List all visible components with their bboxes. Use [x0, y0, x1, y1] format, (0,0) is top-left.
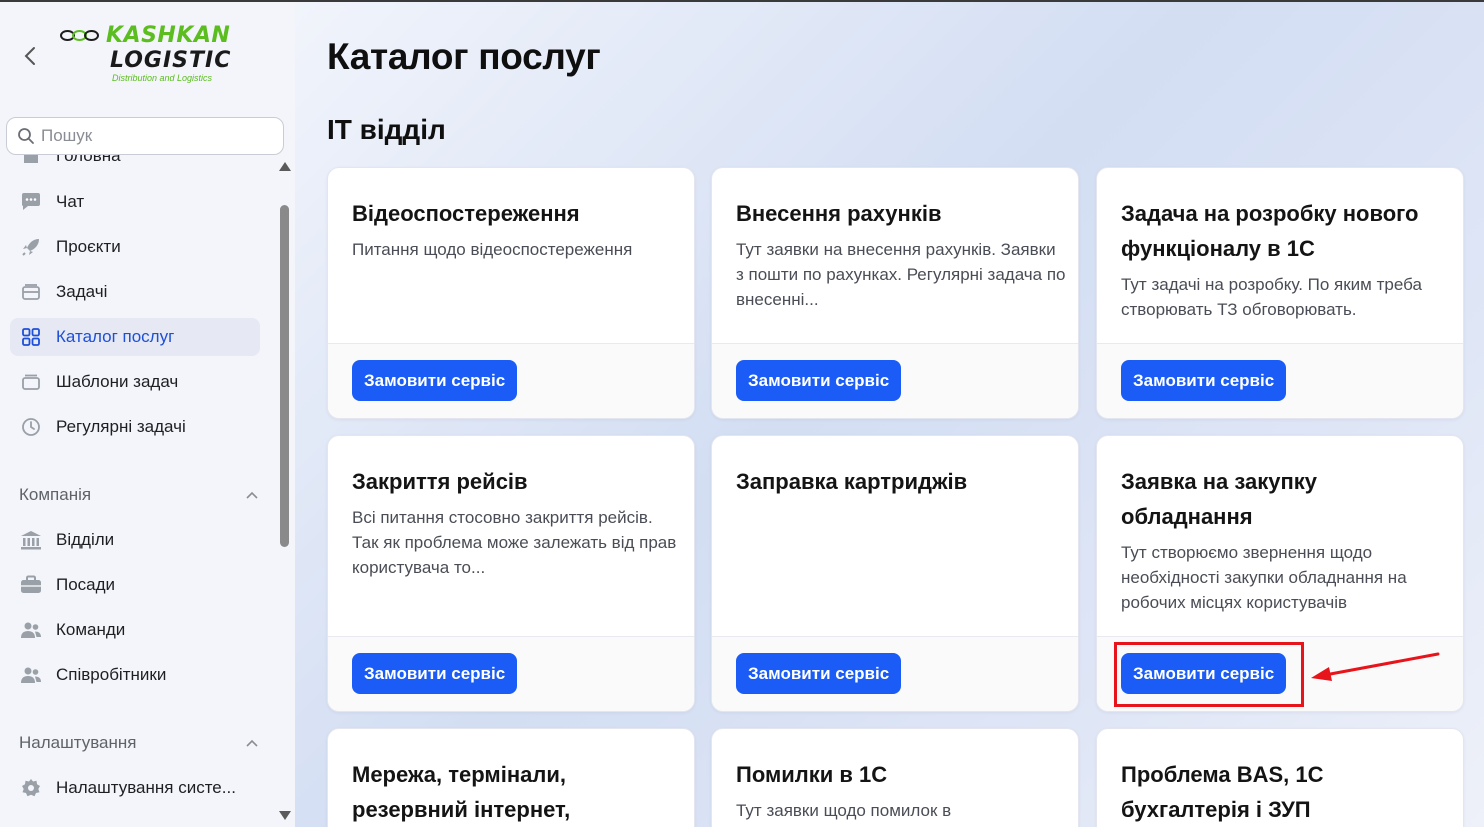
scroll-up-arrow-icon[interactable]	[279, 162, 291, 171]
sidebar-item-label: Команди	[56, 620, 126, 639]
scroll-down-arrow-icon[interactable]	[279, 811, 291, 820]
main-content: Каталог послуг IT відділ Відеоспостереже…	[295, 2, 1484, 827]
team-icon	[20, 619, 42, 641]
card-description: Тут створюємо звернення щодо необхідност…	[1121, 543, 1407, 612]
sidebar-item-label: Проєкти	[56, 237, 121, 256]
sidebar-item-recurring-tasks[interactable]: Регулярні задачі	[10, 408, 260, 446]
sidebar-item-service-catalog[interactable]: Каталог послуг	[10, 318, 260, 356]
section-title: IT відділ	[327, 114, 446, 145]
search-input[interactable]	[41, 126, 271, 146]
service-card-invoice-entry: Внесення рахунків Тут заявки на внесення…	[711, 167, 1079, 419]
sidebar-item-system-settings[interactable]: Налаштування систе...	[10, 769, 260, 807]
clock-icon	[20, 416, 42, 438]
sidebar-item-label: Посади	[56, 575, 116, 594]
rocket-icon	[20, 236, 42, 258]
order-service-button[interactable]: Замовити сервіс	[736, 653, 902, 694]
card-footer: Замовити сервіс	[328, 343, 694, 418]
sidebar-item-label: Співробітники	[56, 665, 167, 684]
chat-icon	[20, 191, 42, 213]
sidebar-scrollbar[interactable]	[277, 157, 291, 822]
sidebar-section-company[interactable]: Компанія	[19, 483, 259, 507]
grid-icon	[20, 326, 42, 348]
sidebar-item-task-templates[interactable]: Шаблони задач	[10, 363, 260, 401]
chevron-up-icon	[246, 491, 258, 499]
card-title: Відеоспостереження	[352, 201, 580, 226]
sidebar-section-settings[interactable]: Налаштування	[19, 731, 259, 755]
tasks-icon	[20, 281, 42, 303]
card-title: Задача на розробку нового функціоналу в …	[1121, 201, 1419, 261]
card-footer: Замовити сервіс	[328, 636, 694, 711]
logo-brand-top: KASHKAN	[106, 22, 231, 48]
sidebar-item-teams[interactable]: Команди	[10, 611, 260, 649]
card-title: Внесення рахунків	[736, 201, 942, 226]
order-service-button[interactable]: Замовити сервіс	[1121, 360, 1287, 401]
logo-tagline: Distribution and Logistics	[112, 73, 213, 83]
sidebar-item-label: Відділи	[56, 530, 115, 549]
card-footer: Замовити сервіс	[1097, 343, 1463, 418]
highlight-annotation-box	[1114, 642, 1304, 707]
logo-brand-bottom: LOGISTIC	[110, 48, 232, 73]
company-logo: KASHKAN LOGISTIC Distribution and Logist…	[60, 20, 240, 86]
logo-rings-icon	[60, 29, 99, 41]
card-footer: Замовити сервіс	[712, 343, 1078, 418]
sidebar-item-label: Шаблони задач	[56, 372, 179, 391]
sidebar-item-label: Каталог послуг	[56, 327, 175, 346]
briefcase-icon	[20, 574, 42, 596]
sidebar-item-label: Регулярні задачі	[56, 417, 186, 436]
scrollbar-thumb[interactable]	[280, 205, 289, 547]
bank-icon	[20, 529, 42, 551]
service-card-trip-closing: Закриття рейсів Всі питання стосовно зак…	[327, 435, 695, 712]
sidebar-item-projects[interactable]: Проєкти	[10, 228, 260, 266]
card-description: Питання щодо відеоспостереження	[352, 240, 633, 259]
sidebar-item-label: Налаштування систе...	[56, 778, 236, 797]
template-icon	[20, 371, 42, 393]
card-title: Мережа, термінали, резервний інтернет,	[352, 762, 571, 822]
card-title: Заявка на закупку обладнання	[1121, 469, 1318, 529]
service-card-video-surveillance: Відеоспостереження Питання щодо відеоспо…	[327, 167, 695, 419]
card-description: Тут задачі на розробку. По яким треба ст…	[1121, 275, 1422, 319]
card-title: Проблема BAS, 1С бухгалтерія і ЗУП	[1121, 762, 1324, 822]
sidebar-item-departments[interactable]: Відділи	[10, 521, 260, 559]
card-description: Тут заявки на внесення рахунків. Заявки …	[736, 240, 1066, 309]
sidebar-section-label: Налаштування	[19, 733, 137, 752]
employees-icon	[20, 664, 42, 686]
order-service-button[interactable]: Замовити сервіс	[352, 653, 518, 694]
card-description: Всі питання стосовно закриття рейсів. Та…	[352, 508, 677, 577]
card-title: Помилки в 1С	[736, 762, 888, 787]
service-card-bas-problem: Проблема BAS, 1С бухгалтерія і ЗУП	[1096, 728, 1464, 827]
sidebar-item-positions[interactable]: Посади	[10, 566, 260, 604]
service-card-network: Мережа, термінали, резервний інтернет,	[327, 728, 695, 827]
card-title: Заправка картриджів	[736, 469, 968, 494]
sidebar-search	[6, 117, 284, 155]
sidebar-item-label: Задачі	[56, 282, 108, 301]
page-title: Каталог послуг	[327, 36, 601, 77]
card-title: Закриття рейсів	[352, 469, 528, 494]
sidebar-item-label: Чат	[56, 192, 85, 211]
chevron-up-icon	[246, 739, 258, 747]
sidebar-item-chat[interactable]: Чат	[10, 183, 260, 221]
card-footer: Замовити сервіс	[712, 636, 1078, 711]
chevron-left-icon	[24, 47, 35, 65]
sidebar-item-tasks[interactable]: Задачі	[10, 273, 260, 311]
sidebar-item-employees[interactable]: Співробітники	[10, 656, 260, 694]
order-service-button[interactable]: Замовити сервіс	[352, 360, 518, 401]
card-description: Тут заявки щодо помилок в	[736, 801, 952, 820]
sidebar: KASHKAN LOGISTIC Distribution and Logist…	[0, 2, 295, 827]
order-service-button[interactable]: Замовити сервіс	[736, 360, 902, 401]
back-button[interactable]	[20, 44, 40, 68]
gear-icon	[20, 777, 42, 799]
sidebar-section-label: Компанія	[19, 485, 92, 504]
service-card-1c-errors: Помилки в 1С Тут заявки щодо помилок в	[711, 728, 1079, 827]
annotation-arrow-icon	[1311, 652, 1440, 681]
service-card-1c-development: Задача на розробку нового функціоналу в …	[1096, 167, 1464, 419]
service-card-cartridge-refill: Заправка картриджів Замовити сервіс	[711, 435, 1079, 712]
search-icon	[18, 128, 34, 144]
